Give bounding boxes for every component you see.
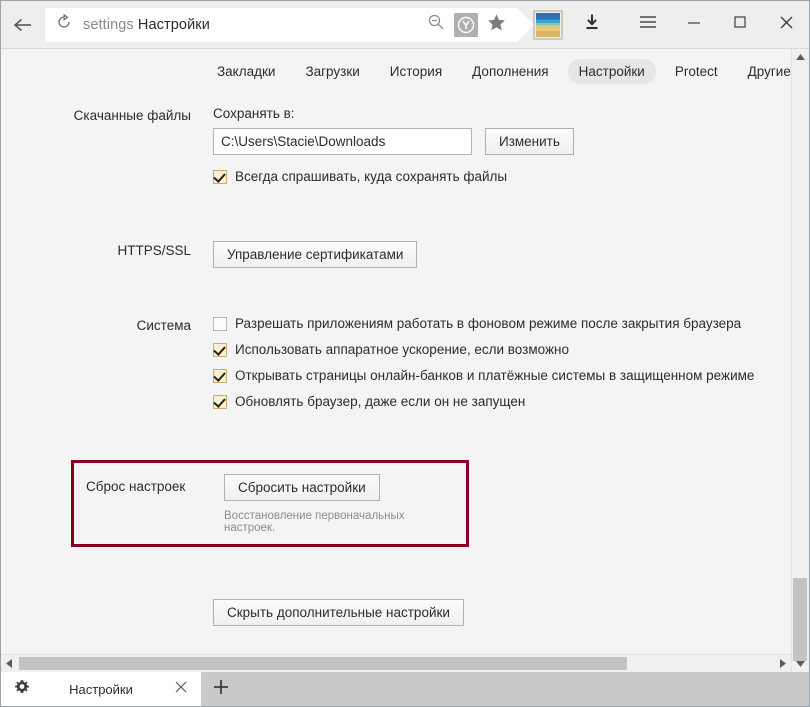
tab-favicon	[11, 679, 33, 700]
auto-update-label: Обновлять браузер, даже если он не запущ…	[235, 394, 526, 409]
reset-settings-button[interactable]: Сбросить настройки	[224, 474, 380, 501]
tab-history[interactable]: История	[379, 59, 453, 84]
maximize-icon	[733, 15, 747, 34]
tab-strip: Настройки	[1, 672, 809, 706]
maximize-button[interactable]	[717, 1, 763, 48]
system-option-row[interactable]: Обновлять браузер, даже если он не запущ…	[213, 394, 791, 410]
section-downloads: Скачанные файлы Сохранять в: C:\Users\St…	[1, 106, 791, 195]
settings-nav-tabs: Закладки Загрузки История Дополнения Нас…	[1, 49, 791, 94]
downloads-section-label: Скачанные файлы	[73, 108, 191, 123]
star-icon	[487, 13, 506, 37]
protected-banking-label: Открывать страницы онлайн-банков и платё…	[235, 368, 755, 383]
gear-icon	[14, 679, 30, 700]
hide-advanced-row: Скрыть дополнительные настройки	[1, 599, 791, 626]
auto-update-checkbox[interactable]	[213, 395, 227, 409]
download-path-input[interactable]: C:\Users\Stacie\Downloads	[213, 128, 472, 155]
minimize-button[interactable]	[671, 1, 717, 48]
https-ssl-section-fields: Управление сертификатами	[191, 241, 791, 268]
magnifier-minus-icon	[427, 13, 445, 36]
content-area: Закладки Загрузки История Дополнения Нас…	[1, 48, 809, 672]
save-to-label: Сохранять в:	[213, 106, 295, 121]
background-apps-checkbox[interactable]	[213, 317, 227, 331]
beach-image-icon	[536, 12, 560, 37]
close-icon	[175, 680, 187, 698]
always-ask-row[interactable]: Всегда спрашивать, куда сохранять файлы	[213, 169, 791, 185]
tab-downloads[interactable]: Загрузки	[294, 59, 370, 84]
vscroll-down-arrow[interactable]	[792, 655, 809, 672]
address-page: Настройки	[137, 16, 210, 33]
always-ask-label: Всегда спрашивать, куда сохранять файлы	[235, 169, 508, 184]
tab-close-button[interactable]	[169, 680, 193, 698]
omnibox-icons	[421, 10, 517, 40]
tab-other-devices[interactable]: Другие устройства	[737, 59, 791, 84]
toolbar-right	[533, 1, 809, 48]
tab-addons[interactable]: Дополнения	[461, 59, 559, 84]
section-system: Система Разрешать приложениям работать в…	[1, 316, 791, 420]
menu-button[interactable]	[625, 1, 671, 48]
tab-settings[interactable]: Настройки	[567, 59, 656, 84]
download-arrow-icon	[583, 13, 601, 36]
hide-advanced-settings-button[interactable]: Скрыть дополнительные настройки	[213, 599, 464, 626]
manage-certificates-button[interactable]: Управление сертификатами	[213, 241, 418, 268]
hscroll-left-arrow[interactable]	[1, 655, 18, 672]
downloads-button[interactable]	[577, 10, 607, 40]
vscroll-thumb[interactable]	[793, 578, 807, 661]
tab-title: Настройки	[69, 681, 133, 697]
downloads-section-fields: Сохранять в: C:\Users\Stacie\Downloads И…	[191, 106, 791, 195]
address-scheme: settings	[83, 16, 134, 33]
close-icon	[779, 15, 794, 35]
hamburger-menu-icon	[639, 15, 657, 34]
system-section-label: Система	[136, 318, 191, 333]
reload-button[interactable]	[45, 8, 83, 42]
vertical-scrollbar[interactable]	[791, 49, 809, 672]
plus-icon	[213, 679, 229, 700]
close-button[interactable]	[763, 1, 809, 48]
back-arrow-icon	[13, 17, 33, 33]
reset-section-fields: Сбросить настройки Восстановление первон…	[206, 474, 454, 534]
zoom-out-button[interactable]	[421, 10, 451, 40]
https-ssl-section-label: HTTPS/SSL	[117, 243, 191, 258]
minimize-icon	[686, 16, 702, 34]
back-button[interactable]	[1, 1, 45, 48]
reset-section-label: Сброс настроек	[86, 479, 186, 494]
browser-tab-settings[interactable]: Настройки	[1, 672, 201, 706]
tab-bookmarks[interactable]: Закладки	[206, 59, 286, 84]
address-text: settings Настройки	[83, 17, 421, 33]
settings-page: Закладки Загрузки История Дополнения Нас…	[1, 49, 791, 672]
reset-description: Восстановление первоначальных настроек.	[224, 510, 405, 534]
new-tab-button[interactable]	[201, 672, 241, 706]
titlebar: settings Настройки	[1, 1, 809, 48]
vscroll-up-arrow[interactable]	[792, 49, 809, 66]
hardware-acceleration-label: Использовать аппаратное ускорение, если …	[235, 342, 569, 357]
system-option-row[interactable]: Использовать аппаратное ускорение, если …	[213, 342, 791, 358]
system-section-fields: Разрешать приложениям работать в фоновом…	[191, 316, 791, 420]
always-ask-checkbox[interactable]	[213, 170, 227, 184]
change-path-button[interactable]: Изменить	[485, 128, 574, 155]
download-path-row: C:\Users\Stacie\Downloads Изменить	[213, 128, 791, 155]
hardware-acceleration-checkbox[interactable]	[213, 343, 227, 357]
system-option-row[interactable]: Разрешать приложениям работать в фоновом…	[213, 316, 791, 332]
yandex-badge-button[interactable]	[451, 10, 481, 40]
system-option-row[interactable]: Открывать страницы онлайн-банков и платё…	[213, 368, 791, 384]
browser-window: settings Настройки Закладки Загрузки Ист…	[0, 0, 810, 707]
hscroll-right-arrow[interactable]	[774, 655, 791, 672]
yandex-logo-icon	[454, 12, 478, 37]
background-apps-label: Разрешать приложениям работать в фоновом…	[235, 316, 742, 331]
section-reset: Сброс настроек Сбросить настройки Восста…	[86, 474, 454, 534]
horizontal-scrollbar[interactable]	[1, 654, 791, 672]
address-bar[interactable]: settings Настройки	[45, 7, 534, 42]
hscroll-thumb[interactable]	[19, 657, 627, 670]
tab-protect[interactable]: Protect	[664, 59, 729, 84]
reset-settings-highlight: Сброс настроек Сбросить настройки Восста…	[71, 460, 469, 547]
image-thumbnail-button[interactable]	[533, 9, 563, 40]
bookmark-button[interactable]	[481, 10, 511, 40]
section-https-ssl: HTTPS/SSL Управление сертификатами	[1, 241, 791, 268]
protected-banking-checkbox[interactable]	[213, 369, 227, 383]
reload-icon	[56, 13, 72, 35]
